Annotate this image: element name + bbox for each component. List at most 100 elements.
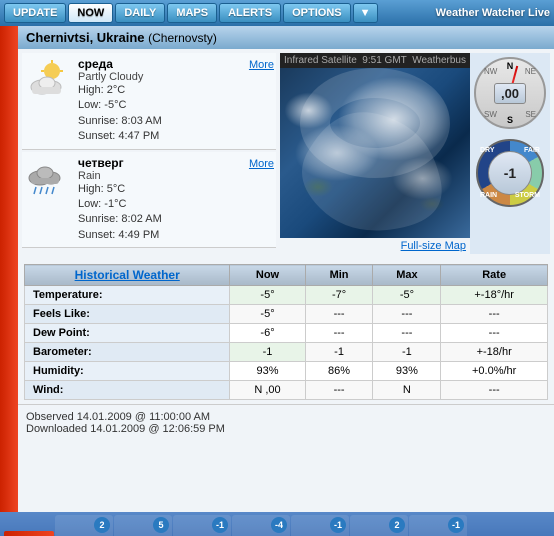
weather-day-2: четверг Rain High: 5°C Low: -1°C Sunrise… <box>22 152 276 249</box>
day2-more-link[interactable]: More <box>249 158 274 170</box>
weather-table: Historical Weather Now Min Max Rate Temp… <box>24 264 548 400</box>
table-col-now: Now <box>230 265 305 286</box>
satellite-container: Infrared Satellite 9:51 GMT Weatherbus <box>280 53 470 254</box>
satellite-time: 9:51 GMT <box>362 55 406 66</box>
gauge-labels: RAIN FAIR STORM DRY <box>478 141 542 205</box>
row-min: 86% <box>305 362 373 381</box>
row-min: --- <box>305 305 373 324</box>
gauge-fair-label: FAIR <box>524 147 540 154</box>
row-label: Temperature: <box>25 286 230 305</box>
row-rate: +-18°/hr <box>441 286 548 305</box>
observed-section: Observed 14.01.2009 @ 11:00:00 AM Downlo… <box>18 404 554 441</box>
row-now: -5° <box>230 286 305 305</box>
day2-name: четверг <box>78 156 249 170</box>
main-container: Chernivtsi, Ukraine (Chernovsty) <box>0 26 554 512</box>
maps-button[interactable]: MAPS <box>167 3 217 23</box>
row-max: -5° <box>373 286 441 305</box>
row-max: 93% <box>373 362 441 381</box>
forecast-item: 2 <box>350 515 408 536</box>
right-panel: N S NE NW SE SW ,00 <box>470 53 550 254</box>
row-rate: --- <box>441 324 548 343</box>
table-col-rate: Rate <box>441 265 548 286</box>
row-rate: --- <box>441 381 548 400</box>
content-area: Chernivtsi, Ukraine (Chernovsty) <box>18 26 554 512</box>
satellite-label: Infrared Satellite <box>284 55 357 66</box>
day1-condition: Partly Cloudy <box>78 71 249 83</box>
weather-days: среда Partly Cloudy High: 2°C Low: -5°C … <box>22 53 276 254</box>
update-button[interactable]: UPDATE <box>4 3 66 23</box>
row-max: N <box>373 381 441 400</box>
forecast-bar: 2 5 30%+ -1 -4 -1 2 -1 <box>55 515 479 536</box>
row-label: Wind: <box>25 381 230 400</box>
table-header-label[interactable]: Historical Weather <box>25 265 230 286</box>
gauge-circle: RAIN FAIR STORM DRY -1 <box>476 139 544 207</box>
row-rate: +0.0%/hr <box>441 362 548 381</box>
forecast-badge: 2 <box>94 517 110 533</box>
row-min: -1 <box>305 343 373 362</box>
historical-weather-link[interactable]: Historical Weather <box>75 268 180 282</box>
day1-info: среда Partly Cloudy High: 2°C Low: -5°C … <box>78 57 249 145</box>
table-col-min: Min <box>305 265 373 286</box>
row-max: -1 <box>373 343 441 362</box>
row-max: --- <box>373 305 441 324</box>
row-min: --- <box>305 381 373 400</box>
forecast-badge: 5 <box>153 517 169 533</box>
weather-panels: среда Partly Cloudy High: 2°C Low: -5°C … <box>18 49 554 258</box>
row-min: -7° <box>305 286 373 305</box>
row-label: Dew Point: <box>25 324 230 343</box>
city-sub: (Chernovsty) <box>148 31 217 45</box>
forecast-item: 2 <box>55 515 113 536</box>
left-sidebar <box>0 26 18 512</box>
table-row: Temperature: -5° -7° -5° +-18°/hr <box>25 286 548 305</box>
table-row: Barometer: -1 -1 -1 +-18/hr <box>25 343 548 362</box>
compass-sw: SW <box>484 110 497 119</box>
toolbar-dropdown-button[interactable]: ▼ <box>353 3 378 23</box>
compass-se: SE <box>525 110 536 119</box>
day2-info: четверг Rain High: 5°C Low: -1°C Sunrise… <box>78 156 249 244</box>
forecast-item: -1 <box>291 515 349 536</box>
compass-n: N <box>507 61 514 71</box>
city-header: Chernivtsi, Ukraine (Chernovsty) <box>18 26 554 49</box>
current-temp-display: -5° -5° <box>4 531 54 536</box>
row-rate: --- <box>441 305 548 324</box>
day2-icon <box>24 156 72 204</box>
forecast-item: -4 <box>232 515 290 536</box>
row-now: -6° <box>230 324 305 343</box>
table-row: Humidity: 93% 86% 93% +0.0%/hr <box>25 362 548 381</box>
row-min: --- <box>305 324 373 343</box>
satellite-header: Infrared Satellite 9:51 GMT Weatherbus <box>280 53 470 68</box>
historical-section: Historical Weather Now Min Max Rate Temp… <box>18 258 554 404</box>
forecast-item: -1 <box>173 515 231 536</box>
forecast-badge: 2 <box>389 517 405 533</box>
row-label: Barometer: <box>25 343 230 362</box>
day1-more-link[interactable]: More <box>249 59 274 71</box>
compass: N S NE NW SE SW ,00 <box>474 57 546 129</box>
alerts-button[interactable]: ALERTS <box>219 3 281 23</box>
observed-line2: Downloaded 14.01.2009 @ 12:06:59 PM <box>26 423 546 435</box>
forecast-badge: -1 <box>448 517 464 533</box>
row-now: -1 <box>230 343 305 362</box>
table-col-max: Max <box>373 265 441 286</box>
day1-name: среда <box>78 57 249 71</box>
full-size-map-link[interactable]: Full-size Map <box>280 238 470 254</box>
now-button[interactable]: NOW <box>68 3 113 23</box>
day2-detail: High: 5°C Low: -1°C Sunrise: 8:02 AM Sun… <box>78 182 249 244</box>
day2-condition: Rain <box>78 170 249 182</box>
gauge-dry-label: DRY <box>480 147 495 154</box>
options-button[interactable]: OPTIONS <box>283 3 351 23</box>
daily-button[interactable]: DAILY <box>115 3 165 23</box>
gauge-storm-label: STORM <box>515 192 540 199</box>
compass-circle: N S NE NW SE SW ,00 <box>474 57 546 129</box>
table-row: Feels Like: -5° --- --- --- <box>25 305 548 324</box>
city-name: Chernivtsi, Ukraine <box>26 30 145 45</box>
table-row: Wind: N ,00 --- N --- <box>25 381 548 400</box>
forecast-badge: -1 <box>212 517 228 533</box>
weather-gauge: RAIN FAIR STORM DRY -1 <box>476 139 544 207</box>
row-rate: +-18/hr <box>441 343 548 362</box>
row-max: --- <box>373 324 441 343</box>
toolbar: UPDATE NOW DAILY MAPS ALERTS OPTIONS ▼ W… <box>0 0 554 26</box>
compass-value: ,00 <box>494 83 526 104</box>
observed-line1: Observed 14.01.2009 @ 11:00:00 AM <box>26 411 546 423</box>
forecast-badge: -1 <box>330 517 346 533</box>
forecast-item: 5 30%+ <box>114 515 172 536</box>
